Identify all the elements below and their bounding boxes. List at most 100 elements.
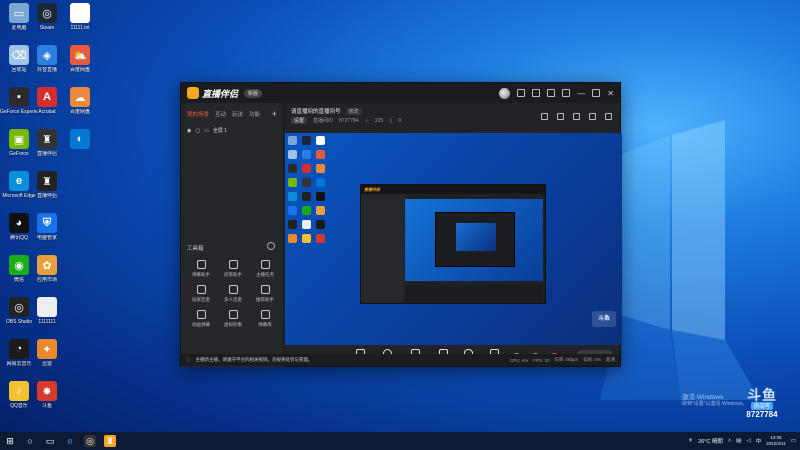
status-cpu: CPU: 6% [509, 357, 529, 363]
more-icon[interactable] [267, 242, 275, 250]
preview-icon [288, 234, 297, 243]
weather-text[interactable]: 26°C 晴朗 [698, 437, 723, 445]
room-edit-button[interactable]: 修改 [345, 107, 362, 115]
app-logo: 直播伴侣 [187, 87, 238, 100]
input-lang[interactable]: 中 [756, 437, 762, 445]
app-icon: ◕ [9, 213, 29, 233]
tool-item[interactable]: 推荐助手 [249, 285, 281, 303]
tool-item[interactable]: 房管助手 [217, 260, 249, 278]
minimize-icon[interactable]: — [577, 89, 585, 98]
tool-item[interactable]: 弹幕库 [249, 310, 281, 328]
preview-icon [316, 220, 325, 229]
room-settings-button[interactable]: 设置 [291, 117, 308, 124]
clock[interactable]: 13:25 2022/3/11 [766, 435, 786, 447]
tool-label: 弹幕库 [258, 322, 272, 327]
message-icon[interactable] [517, 89, 526, 97]
tab-interact[interactable]: 互动 [215, 110, 226, 118]
weather-icon: ☀ [688, 438, 694, 444]
eye-icon[interactable]: ◉ [187, 128, 191, 134]
desktop-icon[interactable]: ◐ [61, 129, 99, 151]
app-icon: ♜ [37, 129, 57, 149]
lock-icon[interactable]: ▢ [195, 128, 200, 134]
live-companion-taskbar-icon[interactable]: ♜ [104, 435, 116, 447]
preview-icon [288, 206, 297, 215]
preview-icon [302, 178, 311, 187]
preview-desktop-icons [288, 136, 328, 243]
tool-item[interactable]: 多人连麦 [217, 285, 249, 303]
tool-item[interactable]: 虚拟形象 [217, 310, 249, 328]
desktop-icon-label: 直播伴侣 [36, 151, 57, 157]
status-quality[interactable]: 超清 [606, 357, 615, 363]
gift-icon[interactable] [532, 89, 541, 97]
title-bar[interactable]: 直播伴侣 新版 — ✕ [181, 83, 620, 103]
add-scene-icon[interactable]: + [272, 109, 277, 119]
desktop-icon[interactable]: 11111.txt [61, 3, 99, 31]
app-icon: A [37, 87, 57, 107]
tab-play[interactable]: 玩法 [232, 110, 243, 118]
nested-toolbar [405, 285, 543, 301]
desktop-icon-label: 1111111 [38, 319, 56, 325]
toolbox-grid: 弹幕助手 房管助手 主播任务投屏连麦 多人连麦 推荐助手动画弹幕 虚拟形象 弹幕库 [185, 260, 281, 328]
douyu-room-number: 8727784 [746, 410, 778, 419]
taskbar: ⊞ ○ ▭ e ◎ ♜ ☀ 26°C 晴朗 ˄ ▤ ◁ 中 13:25 2022… [0, 432, 800, 450]
desktop-icon-label: 应用市场 [36, 277, 57, 283]
start-icon[interactable]: ⊞ [4, 435, 16, 447]
status-bitrate: 码率: 0kbps [554, 357, 578, 362]
tray-chevron-icon[interactable]: ˄ [728, 438, 731, 444]
bell-icon[interactable] [589, 113, 596, 120]
version-badge[interactable]: 新版 [244, 88, 263, 98]
status-warning: 主播新主播，请遵守平台的相关规则。违规将处罚与管理。 [195, 357, 313, 362]
desktop-icon[interactable]: ♜ 直播伴侣 [28, 171, 66, 199]
gift-icon[interactable] [541, 113, 548, 120]
desktop-icon[interactable]: ☁ 百度网盘 [61, 87, 99, 115]
tool-icon [260, 310, 270, 319]
volume-icon[interactable]: ◁ [746, 438, 750, 444]
nested-preview-3 [456, 223, 496, 251]
room-id-label: 直播间ID [313, 118, 334, 124]
likes-count: 0 [398, 117, 401, 124]
live-companion-window: 直播伴侣 新版 — ✕ 我的场景 互动 玩法 功能 + ◉ ▢ ▭ 全屏 1 工… [180, 82, 622, 367]
tool-label: 推荐助手 [256, 297, 274, 302]
network-icon[interactable]: ▤ [736, 438, 741, 444]
search-icon[interactable]: ○ [24, 435, 36, 447]
preview-icon [316, 136, 325, 145]
maximize-icon[interactable] [592, 89, 601, 97]
scene-item[interactable]: ◉ ▢ ▭ 全屏 1 [181, 123, 283, 138]
window-controls: — ✕ [499, 87, 614, 99]
app-icon: ✦ [37, 339, 57, 359]
desktop-icon[interactable]: ✸ 斗鱼 [28, 381, 66, 409]
desktop-icon[interactable]: ⛅ 百度网盘 [61, 45, 99, 73]
desktop-icon-label: 迅雷 [41, 361, 52, 367]
settings-icon[interactable] [547, 89, 556, 97]
nested-preview-2 [435, 212, 515, 267]
tab-function[interactable]: 功能 [249, 110, 260, 118]
status-bar: ⓘ 主播新主播，请遵守平台的相关规则。违规将处罚与管理。 CPU: 6% FPS… [181, 354, 620, 366]
tool-item[interactable]: 动画弹幕 [185, 310, 217, 328]
tool-item[interactable]: 投屏连麦 [185, 285, 217, 303]
tool-item[interactable]: 主播任务 [249, 260, 281, 278]
desktop-icon[interactable]: 1111111 [28, 297, 66, 325]
notification-icon[interactable]: ▭ [791, 438, 796, 444]
menu-icon[interactable] [562, 89, 571, 97]
desktop-icon[interactable]: ✿ 应用市场 [28, 255, 66, 283]
shop-icon[interactable] [557, 113, 564, 120]
tool-icon [196, 310, 206, 319]
app-icon [37, 297, 57, 317]
tab-scenes[interactable]: 我的场景 [187, 110, 209, 118]
task-view-icon[interactable]: ▭ [44, 435, 56, 447]
tool-item[interactable]: 弹幕助手 [185, 260, 217, 278]
edge-icon[interactable]: e [64, 435, 76, 447]
stream-preview[interactable]: 直播伴侣 斗鱼 [285, 133, 622, 345]
desktop-icon[interactable]: ✦ 迅雷 [28, 339, 66, 367]
obs-taskbar-icon[interactable]: ◎ [84, 435, 96, 447]
preview-icon [316, 178, 325, 187]
app-icon: ▣ [9, 129, 29, 149]
share-icon[interactable] [605, 113, 612, 120]
desktop-icon[interactable]: ⛨ 电脑管家 [28, 213, 66, 241]
preview-douyu-badge: 斗鱼 [592, 311, 616, 327]
avatar[interactable] [499, 87, 511, 99]
room-id: 8727784 [339, 117, 359, 124]
app-icon: ◉ [9, 255, 29, 275]
chat-icon[interactable] [573, 113, 580, 120]
close-icon[interactable]: ✕ [607, 89, 614, 98]
